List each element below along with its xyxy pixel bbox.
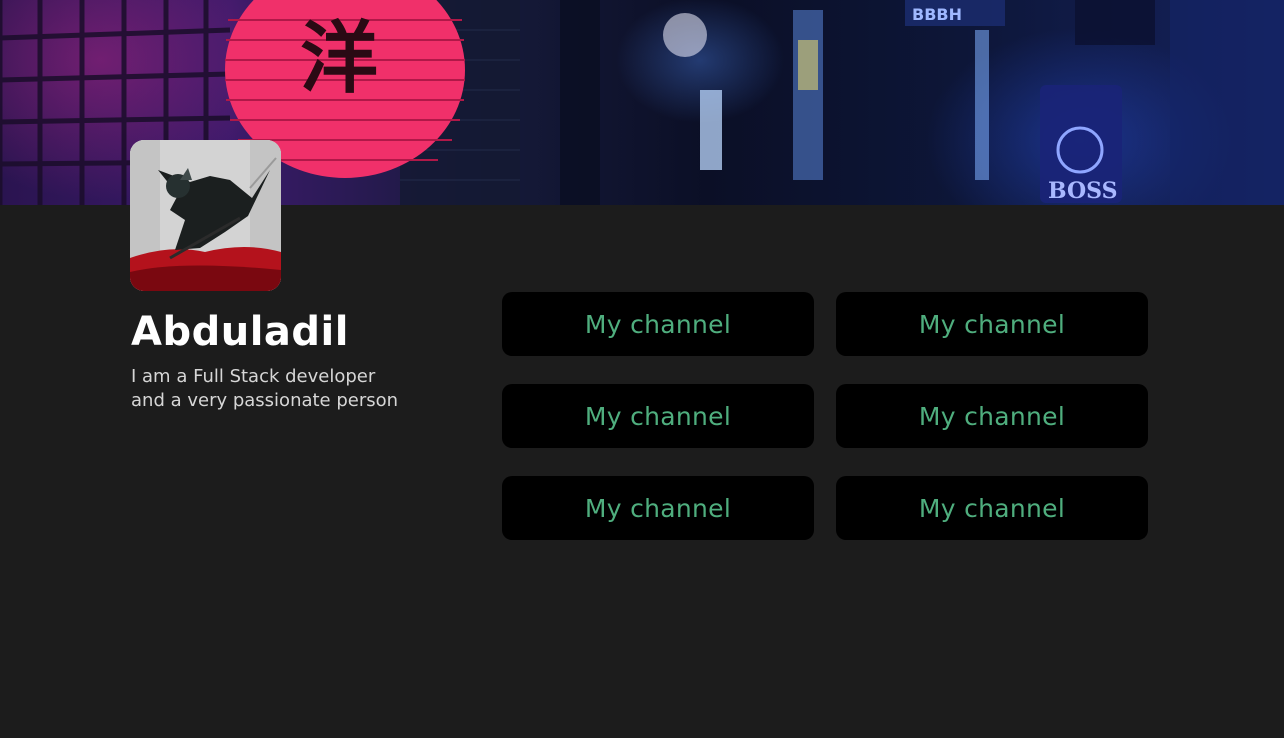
sign-top-text: BBBH [912, 5, 962, 24]
channel-button-label: My channel [584, 401, 732, 431]
channel-button[interactable]: My channel [502, 292, 814, 356]
boss-sign-text: BOSS [1048, 178, 1117, 204]
bio-line: and a very passionate person [131, 390, 399, 411]
channel-button[interactable]: My channel [502, 476, 814, 540]
channel-button[interactable]: My channel [836, 292, 1148, 356]
channel-button-label: My channel [918, 493, 1066, 523]
lantern-glyph: 洋 [300, 13, 378, 104]
channel-button[interactable]: My channel [836, 476, 1148, 540]
channel-button[interactable]: My channel [836, 384, 1148, 448]
channel-button-label: My channel [918, 309, 1066, 339]
channel-button-label: My channel [584, 493, 732, 523]
channel-button-label: My channel [584, 309, 732, 339]
profile-bio: I am a Full Stack developer and a very p… [131, 365, 451, 413]
bio-line: I am a Full Stack developer [131, 366, 376, 387]
profile-page: 洋 BBBH BOSS Abduladil I am a Full Stack … [0, 0, 1284, 738]
channel-links: My channel My channel My channel My chan… [502, 292, 1148, 540]
profile-name: Abduladil [131, 309, 349, 355]
channel-button[interactable]: My channel [502, 384, 814, 448]
avatar[interactable] [130, 140, 281, 291]
samurai-avatar-illustration [130, 140, 281, 291]
channel-button-label: My channel [918, 401, 1066, 431]
